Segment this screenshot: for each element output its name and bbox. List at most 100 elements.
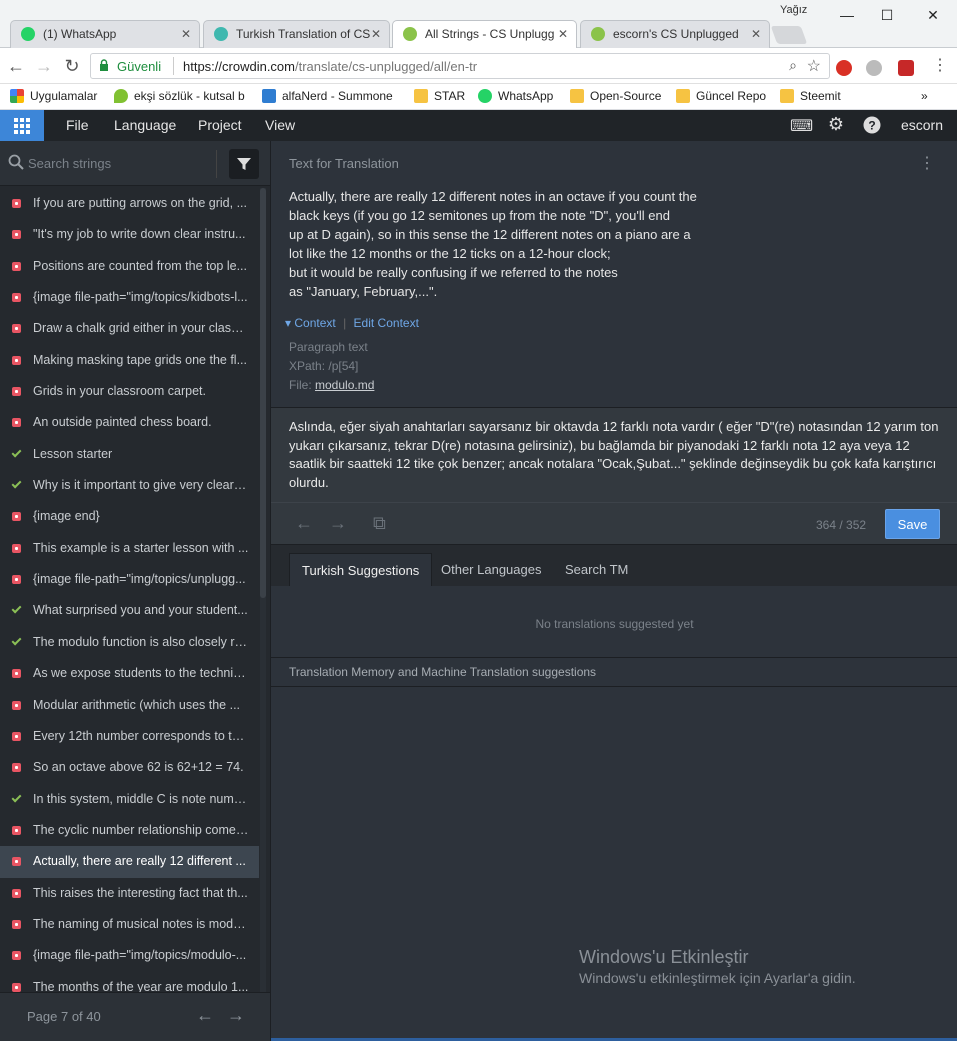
bookmark-label: Güncel Repo [696,89,767,103]
scrollbar-thumb[interactable] [260,188,266,598]
string-list-item[interactable]: What surprised you and your student... [0,595,259,626]
string-list-item[interactable]: {image end} [0,501,259,532]
bookmark-label: alfaNerd - Summone [282,89,393,103]
context-toggle[interactable]: Context [294,316,335,330]
tab-close-icon[interactable]: ✕ [181,21,191,47]
string-text: Lesson starter [33,446,113,461]
forward-icon[interactable]: → [34,56,54,76]
folder-icon [570,89,584,103]
bookmark-whatsapp[interactable]: WhatsApp [478,88,553,104]
menu-project[interactable]: Project [198,117,242,133]
profile-name[interactable]: Yağız [780,4,807,16]
menu-file[interactable]: File [66,117,89,133]
bookmark-open-source[interactable]: Open-Source [570,88,661,104]
string-list-item[interactable]: {image file-path="img/topics/modulo-... [0,940,259,971]
save-button[interactable]: Save [885,509,940,539]
back-icon[interactable]: ← [6,56,26,76]
string-list-item[interactable]: This raises the interesting fact that th… [0,878,259,909]
chrome-menu-icon[interactable]: ⋮ [930,56,950,76]
keyboard-icon[interactable]: ⌨ [790,116,813,136]
zoom-icon[interactable]: ⌕ [789,57,797,74]
source-line: as "January, February,...". [289,284,438,299]
string-list-item[interactable]: Every 12th number corresponds to th... [0,721,259,752]
suggestion-tabs: Turkish Suggestions Other Languages Sear… [271,544,957,587]
translation-textarea[interactable]: Aslında, eğer siyah anahtarları sayarsan… [289,418,949,492]
bookmark-guncel-repo[interactable]: Güncel Repo [676,88,766,104]
string-list-item[interactable]: The naming of musical notes is modu... [0,909,259,940]
string-list-item[interactable]: "It's my job to write down clear instru.… [0,219,259,250]
string-list-item[interactable]: Actually, there are really 12 different … [0,846,259,878]
new-tab-button[interactable] [770,26,808,44]
string-list-item[interactable]: Grids in your classroom carpet. [0,376,259,407]
string-list-item[interactable]: If you are putting arrows on the grid, .… [0,188,259,219]
wordpress-extension-icon[interactable] [866,60,882,76]
bookmarks-overflow-button[interactable]: » [905,88,928,104]
user-menu[interactable]: escorn [901,117,943,133]
maximize-button[interactable]: ☐ [876,6,898,24]
bookmark-apps[interactable]: Uygulamalar [10,88,97,104]
minimize-button[interactable]: — [836,6,858,24]
reload-icon[interactable]: ↻ [62,56,82,76]
omnibox[interactable]: Güvenli https://crowdin.com/translate/cs… [90,53,830,79]
tab-other-languages[interactable]: Other Languages [429,553,553,587]
menu-language[interactable]: Language [114,117,176,133]
edit-context-link[interactable]: Edit Context [354,316,419,330]
string-list-item[interactable]: This example is a starter lesson with ..… [0,533,259,564]
file-link[interactable]: modulo.md [315,378,374,392]
string-list-item[interactable]: In this system, middle C is note numb... [0,784,259,815]
next-string-icon[interactable]: → [329,513,347,534]
string-text: So an octave above 62 is 62+12 = 74. [33,760,244,775]
string-list-item[interactable]: Why is it important to give very clear i… [0,470,259,501]
string-text: As we expose students to the technic... [33,666,250,681]
string-list-item[interactable]: The modulo function is also closely re..… [0,627,259,658]
bookmark-alfanerd[interactable]: alfaNerd - Summone [262,88,393,104]
string-list-item[interactable]: So an octave above 62 is 62+12 = 74. [0,752,259,783]
bookmark-steemit[interactable]: Steemit [780,88,841,104]
next-page-icon[interactable]: → [227,1005,245,1026]
browser-tab-turkish-translation[interactable]: Turkish Translation of CS ✕ [203,20,390,48]
string-list-item[interactable]: The months of the year are modulo 1... [0,972,259,994]
address-toolbar: ← → ↻ Güvenli https://crowdin.com/transl… [0,48,957,84]
string-list-item[interactable]: {image file-path="img/topics/kidbots-l..… [0,282,259,313]
previous-string-icon[interactable]: ← [295,513,313,534]
string-list-item[interactable]: An outside painted chess board. [0,407,259,438]
extension-icon[interactable] [898,60,914,76]
url-text[interactable]: https://crowdin.com/translate/cs-unplugg… [183,59,477,74]
browser-tab-all-strings[interactable]: All Strings - CS Unplugg ✕ [392,20,577,49]
string-list-item[interactable]: Draw a chalk grid either in your classr.… [0,313,259,344]
bookmark-star-icon[interactable]: ☆ [807,56,821,76]
tab-close-icon[interactable]: ✕ [558,21,568,47]
apps-menu-button[interactable] [0,110,44,141]
string-list-item[interactable]: The cyclic number relationship comes... [0,815,259,846]
bookmark-star-folder[interactable]: STAR [414,88,465,104]
close-window-button[interactable]: ✕ [922,6,944,24]
menu-view[interactable]: View [265,117,295,133]
bookmark-eksi[interactable]: ekşi sözlük - kutsal b [114,88,245,104]
tab-turkish-suggestions[interactable]: Turkish Suggestions [289,553,433,587]
sidebar-scrollbar[interactable] [260,188,266,994]
crowdin-icon [591,27,605,41]
tab-search-tm[interactable]: Search TM [553,553,640,587]
previous-page-icon[interactable]: ← [196,1005,214,1026]
tab-close-icon[interactable]: ✕ [751,21,761,47]
string-list-item[interactable]: Making masking tape grids one the fl... [0,345,259,376]
string-list-item[interactable]: Positions are counted from the top le... [0,251,259,282]
copy-source-icon[interactable]: ⧉ [373,513,386,534]
gear-icon[interactable]: ⚙ [826,114,846,135]
tab-close-icon[interactable]: ✕ [371,21,381,47]
string-list-item[interactable]: As we expose students to the technic... [0,658,259,689]
tm-divider [271,686,957,687]
filter-button[interactable] [229,149,259,179]
untranslated-status-icon [12,857,21,867]
browser-tab-escorn[interactable]: escorn's CS Unplugged ✕ [580,20,770,48]
caret-down-icon[interactable]: ▾ [285,316,291,330]
browser-tab-whatsapp[interactable]: (1) WhatsApp ✕ [10,20,200,48]
string-list-item[interactable]: {image file-path="img/topics/unplugg... [0,564,259,595]
string-list-item[interactable]: Lesson starter [0,439,259,470]
search-strings-input[interactable] [28,151,208,175]
string-list-item[interactable]: Modular arithmetic (which uses the ... [0,690,259,721]
more-options-icon[interactable]: ⋮ [919,153,935,173]
opera-extension-icon[interactable] [836,60,852,76]
help-icon[interactable]: ? [862,116,882,139]
source-line: but it would be really confusing if we r… [289,265,618,280]
